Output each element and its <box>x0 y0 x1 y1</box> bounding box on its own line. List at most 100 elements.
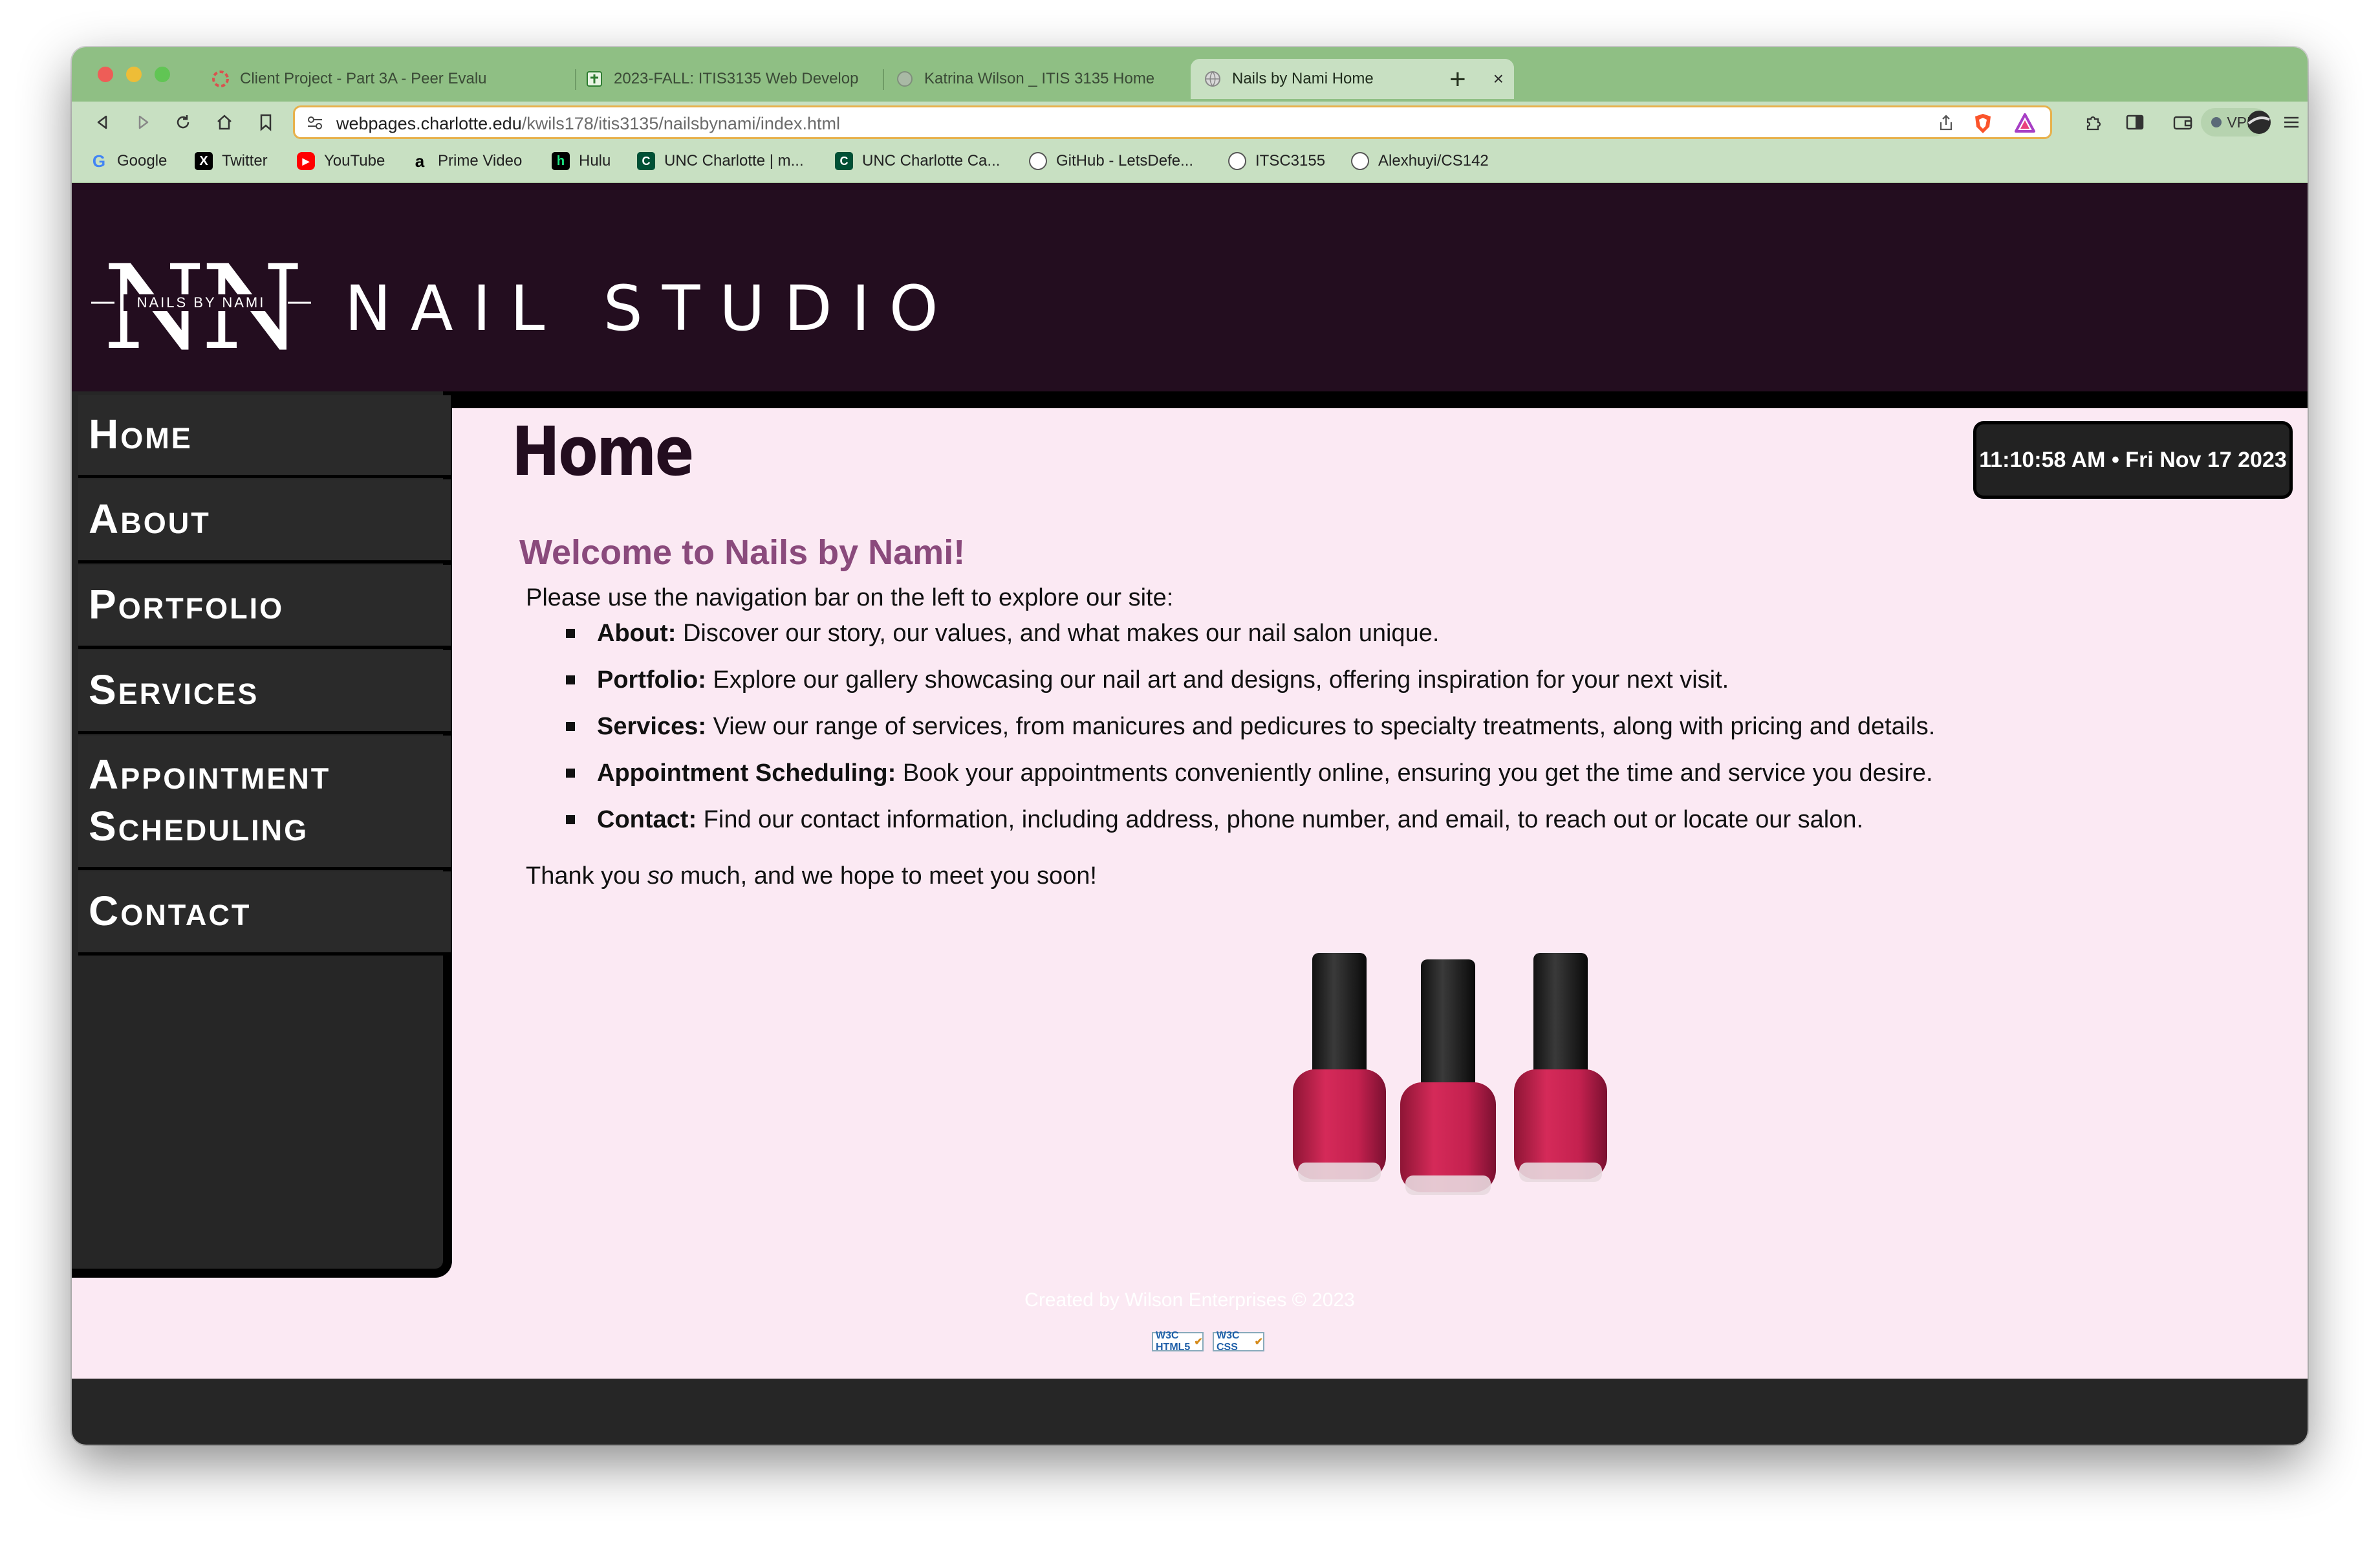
menu-button[interactable] <box>2278 109 2304 135</box>
list-term: Appointment Scheduling: <box>597 760 896 787</box>
extensions-button[interactable] <box>2081 109 2106 135</box>
bookmark-google[interactable]: G Google <box>90 151 168 171</box>
site-title: NAIL STUDIO <box>345 272 958 345</box>
nav-about[interactable]: About <box>78 479 451 563</box>
url-path: /kwils178/itis3135/nailsbynami/index.htm… <box>521 114 840 133</box>
list-text: Find our contact information, including … <box>697 806 1864 833</box>
wallet-button[interactable] <box>2170 109 2196 135</box>
site-section-list: About: Discover our story, our values, a… <box>563 617 1935 849</box>
footer-text: Created by Wilson Enterprises © 2023 <box>1024 1289 1355 1311</box>
nav-appointment-scheduling[interactable]: Appointment Scheduling <box>78 736 451 870</box>
bullet-icon <box>566 722 575 731</box>
nav-services[interactable]: Services <box>78 650 451 734</box>
list-item: Portfolio: Explore our gallery showcasin… <box>563 663 1935 710</box>
thanks-emphasis: so <box>647 862 674 890</box>
nav-home[interactable]: Home <box>78 395 451 478</box>
nav-contact[interactable]: Contact <box>78 871 451 956</box>
bookmark-itsc3155[interactable]: ITSC3155 <box>1228 152 1325 170</box>
page-title: Home <box>512 412 694 491</box>
wallet-icon <box>2173 116 2192 130</box>
bookmark-label: YouTube <box>324 152 385 169</box>
tab-title: Nails by Nami Home <box>1232 70 1374 87</box>
browser-window: Client Project - Part 3A - Peer Evalu 20… <box>72 47 2308 1445</box>
brave-shields-icon[interactable] <box>1973 113 1993 135</box>
amazon-icon: a <box>415 151 425 171</box>
bookmark-unc-charlotte-ca[interactable]: C UNC Charlotte Ca... <box>835 152 1000 170</box>
profile-button[interactable] <box>2246 109 2272 135</box>
polish-bottle <box>1514 953 1607 1182</box>
bookmark-twitter[interactable]: X Twitter <box>195 152 268 170</box>
forward-button[interactable] <box>130 109 156 135</box>
bookmark-github-letsdefend[interactable]: GitHub - LetsDefe... <box>1029 152 1193 170</box>
share-icon[interactable] <box>1938 114 1954 132</box>
check-icon: ✔ <box>1194 1337 1203 1348</box>
bookmark-label: Alexhuyi/CS142 <box>1378 152 1489 169</box>
thanks-text: Thank you so much, and we hope to meet y… <box>526 862 1097 890</box>
thanks-post: much, and we hope to meet you soon! <box>673 862 1097 890</box>
back-icon <box>97 115 107 129</box>
sidebar-toggle-button[interactable] <box>2122 109 2148 135</box>
tab-client-project[interactable]: Client Project - Part 3A - Peer Evalu <box>199 59 580 99</box>
bookmark-label: UNC Charlotte Ca... <box>862 152 1001 169</box>
puzzle-icon <box>2086 116 2101 131</box>
new-tab-button[interactable]: + <box>1449 61 1466 98</box>
site-header: NN NAILS BY NAMI NAIL STUDIO <box>72 183 2308 391</box>
minimize-window-button[interactable] <box>126 67 142 82</box>
avatar <box>2247 111 2271 134</box>
hamburger-icon <box>2284 116 2299 128</box>
tab-separator <box>575 69 576 90</box>
bookmark-hulu[interactable]: h Hulu <box>552 152 611 170</box>
w3c-html-badge[interactable]: W3C HTML5 ✔ <box>1152 1330 1204 1353</box>
nav-portfolio[interactable]: Portfolio <box>78 565 451 649</box>
bookmark-prime-video[interactable]: a Prime Video <box>411 151 523 171</box>
bullet-icon <box>566 815 575 824</box>
w3c-css-badge[interactable]: W3C CSS ✔ <box>1213 1330 1264 1353</box>
list-item: Contact: Find our contact information, i… <box>563 803 1935 849</box>
youtube-icon: ▶ <box>297 152 315 170</box>
doc-icon <box>585 70 603 88</box>
address-bar[interactable]: webpages.charlotte.edu/kwils178/itis3135… <box>293 105 2052 139</box>
bookmark-alexhuyi-cs142[interactable]: Alexhuyi/CS142 <box>1351 152 1489 170</box>
tab-title: Katrina Wilson _ ITIS 3135 Home <box>924 70 1155 87</box>
nail-polish-image <box>1293 953 1607 1195</box>
site-settings-icon[interactable] <box>307 115 323 131</box>
polish-bottle <box>1293 953 1386 1182</box>
tab-itis3135[interactable]: 2023-FALL: ITIS3135 Web Develop <box>578 59 889 99</box>
bookmark-label: UNC Charlotte | m... <box>664 152 804 169</box>
reload-button[interactable] <box>170 109 196 135</box>
home-button[interactable] <box>211 109 237 135</box>
reload-icon <box>177 115 189 129</box>
site-footer <box>72 1379 2308 1445</box>
bookmark-label: GitHub - LetsDefe... <box>1056 152 1194 169</box>
clock-display: 11:10:58 AM • Fri Nov 17 2023 <box>1973 421 2293 499</box>
list-text: Explore our gallery showcasing our nail … <box>706 666 1729 694</box>
intro-text: Please use the navigation bar on the lef… <box>526 584 1174 611</box>
bookmark-icon <box>260 114 272 131</box>
brave-rewards-icon[interactable] <box>2014 113 2036 133</box>
bookmarks-bar: G Google X Twitter ▶ YouTube a Prime Vid… <box>72 143 2308 183</box>
x-icon: X <box>195 152 213 170</box>
list-text: Book your appointments conveniently onli… <box>896 760 1933 787</box>
close-window-button[interactable] <box>98 67 113 82</box>
tab-title: 2023-FALL: ITIS3135 Web Develop <box>614 70 859 87</box>
bookmark-label: Prime Video <box>438 152 523 169</box>
bookmark-youtube[interactable]: ▶ YouTube <box>297 152 385 170</box>
bullet-icon <box>566 629 575 638</box>
tab-title: Client Project - Part 3A - Peer Evalu <box>240 70 487 87</box>
back-button[interactable] <box>90 109 116 135</box>
github-icon <box>1029 152 1047 170</box>
unc-icon: C <box>637 152 655 170</box>
maximize-window-button[interactable] <box>155 67 170 82</box>
url-text[interactable]: webpages.charlotte.edu/kwils178/itis3135… <box>336 114 840 134</box>
validation-badges: W3C HTML5 ✔ W3C CSS ✔ <box>1152 1330 1264 1353</box>
tab-separator <box>883 69 884 90</box>
github-icon <box>1228 152 1246 170</box>
bookmark-button[interactable] <box>253 109 279 135</box>
globe-icon <box>896 70 914 88</box>
bookmark-label: ITSC3155 <box>1255 152 1326 169</box>
tab-katrina-wilson[interactable]: Katrina Wilson _ ITIS 3135 Home <box>888 59 1193 99</box>
list-item: Appointment Scheduling: Book your appoin… <box>563 756 1935 803</box>
close-tab-icon[interactable]: × <box>1493 69 1504 89</box>
browser-toolbar: webpages.charlotte.edu/kwils178/itis3135… <box>72 102 2308 143</box>
bookmark-unc-charlotte-m[interactable]: C UNC Charlotte | m... <box>637 152 804 170</box>
